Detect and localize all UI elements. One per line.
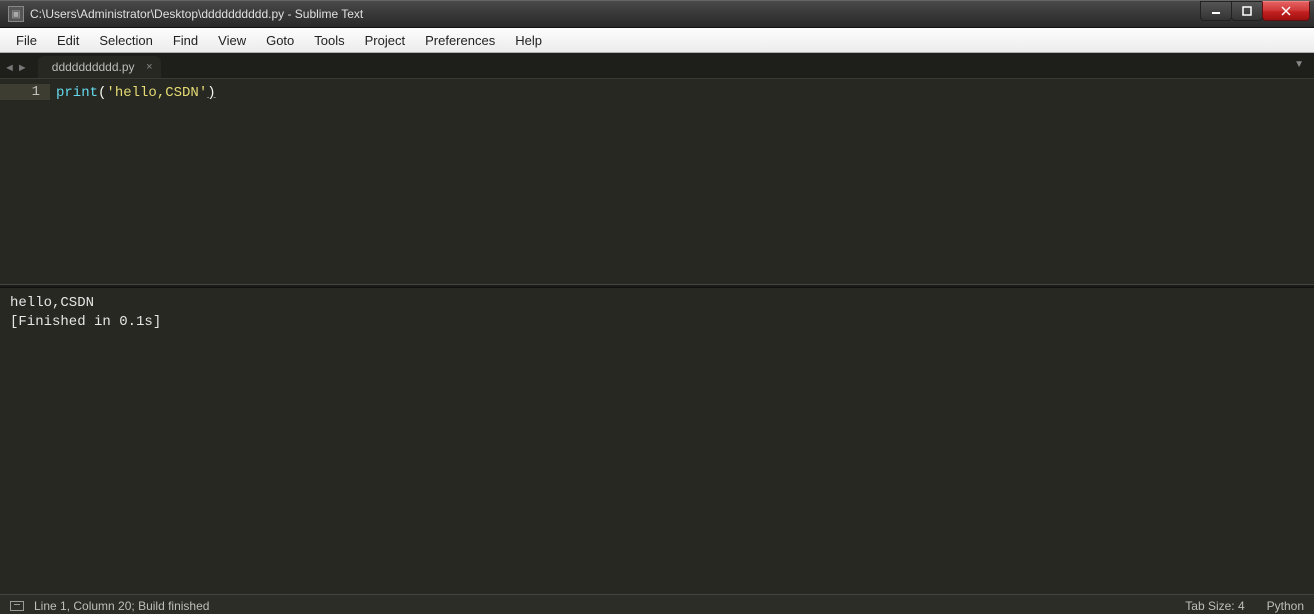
status-left: Line 1, Column 20; Build finished (34, 599, 209, 613)
console-line: [Finished in 0.1s] (10, 314, 161, 330)
menu-goto[interactable]: Goto (256, 30, 304, 51)
menu-tools[interactable]: Tools (304, 30, 354, 51)
minimize-button[interactable] (1200, 1, 1232, 21)
build-output[interactable]: hello,CSDN [Finished in 0.1s] (0, 288, 1314, 594)
console-line: hello,CSDN (10, 295, 94, 311)
tab-close-icon[interactable]: × (146, 61, 152, 73)
token-string: 'hello,CSDN' (106, 85, 207, 101)
tabbar: ◄► dddddddddd.py × ▼ (0, 53, 1314, 79)
menu-help[interactable]: Help (505, 30, 552, 51)
status-tab-size[interactable]: Tab Size: 4 (1185, 599, 1244, 613)
editor[interactable]: 1 print('hello,CSDN') (0, 79, 1314, 284)
menu-edit[interactable]: Edit (47, 30, 89, 51)
titlebar: ▣ C:\Users\Administrator\Desktop\ddddddd… (0, 0, 1314, 28)
menu-selection[interactable]: Selection (89, 30, 162, 51)
window-title: C:\Users\Administrator\Desktop\ddddddddd… (30, 7, 1201, 21)
code-area[interactable]: print('hello,CSDN') (50, 79, 1286, 284)
menu-preferences[interactable]: Preferences (415, 30, 505, 51)
line-number: 1 (0, 84, 50, 100)
menu-file[interactable]: File (6, 30, 47, 51)
menu-project[interactable]: Project (355, 30, 415, 51)
tab-nav-arrows[interactable]: ◄► (4, 62, 30, 74)
token-close-paren: ) (207, 85, 215, 101)
close-button[interactable] (1262, 1, 1310, 21)
statusbar: Line 1, Column 20; Build finished Tab Si… (0, 594, 1314, 614)
menu-view[interactable]: View (208, 30, 256, 51)
menu-find[interactable]: Find (163, 30, 208, 51)
tab-label: dddddddddd.py (52, 60, 135, 74)
window-controls (1201, 1, 1310, 21)
token-function: print (56, 85, 98, 101)
status-syntax[interactable]: Python (1267, 599, 1304, 613)
app-icon: ▣ (8, 6, 24, 22)
tab-active[interactable]: dddddddddd.py × (38, 56, 161, 78)
panel-switch-icon[interactable] (10, 601, 24, 611)
chevron-left-icon: ◄ (4, 62, 15, 74)
menubar: File Edit Selection Find View Goto Tools… (0, 28, 1314, 53)
tab-dropdown-icon[interactable]: ▼ (1294, 59, 1304, 70)
chevron-right-icon: ► (17, 62, 28, 74)
gutter: 1 (0, 79, 50, 284)
maximize-button[interactable] (1231, 1, 1263, 21)
minimap[interactable] (1286, 79, 1314, 284)
